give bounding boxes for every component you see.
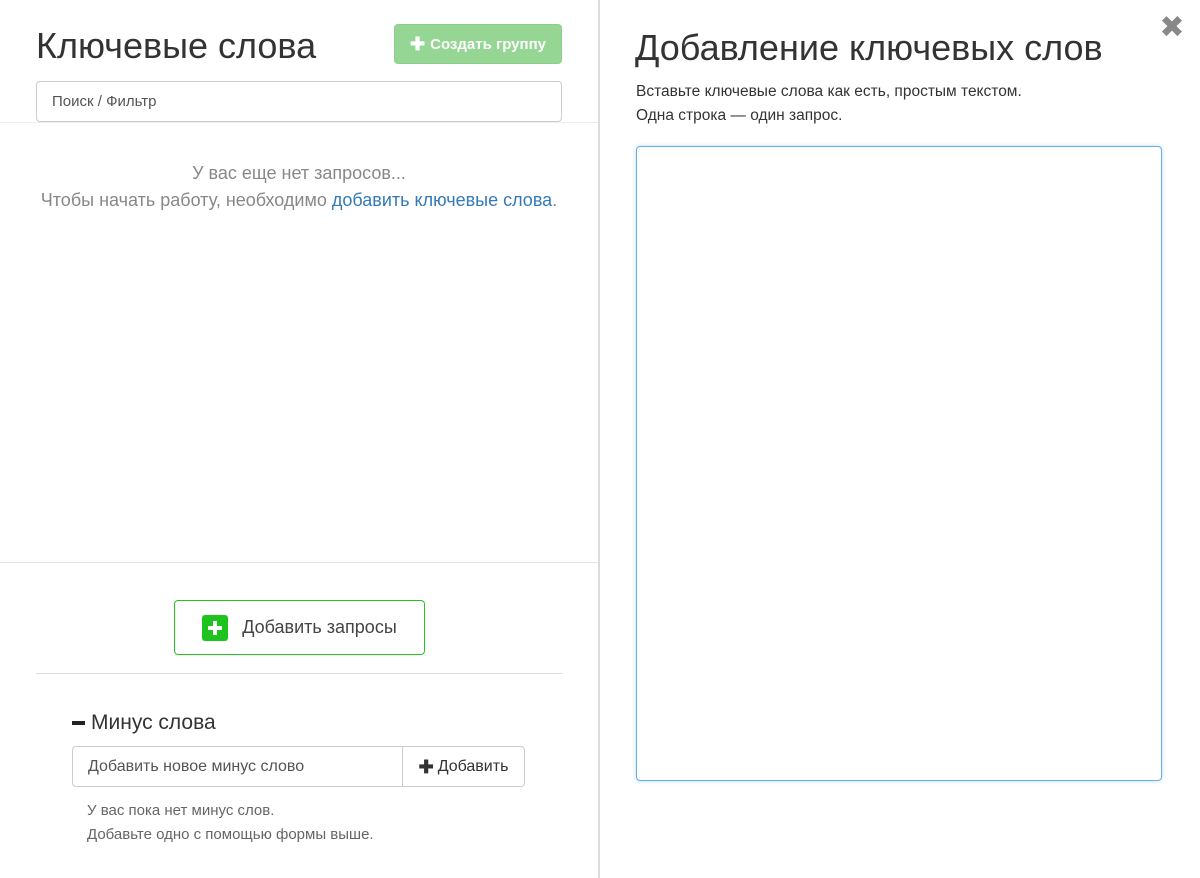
plus-square-icon bbox=[202, 614, 229, 641]
instructions: Вставьте ключевые слова как есть, просты… bbox=[636, 80, 1022, 128]
minus-words-empty-message: У вас пока нет минус слов. Добавьте одно… bbox=[87, 799, 374, 847]
add-queries-button[interactable]: Добавить запросы bbox=[174, 600, 425, 655]
add-keywords-modal: Добавление ключевых слов ✖ Вставьте ключ… bbox=[600, 0, 1200, 878]
divider bbox=[0, 562, 598, 563]
add-minus-word-label: Добавить bbox=[437, 757, 509, 775]
instruction-line-2: Одна строка — один запрос. bbox=[636, 107, 843, 124]
empty-line-2-suffix: . bbox=[552, 190, 558, 210]
search-filter-input[interactable] bbox=[36, 81, 562, 122]
minus-empty-line-2: Добавьте одно с помощью формы выше. bbox=[87, 826, 374, 843]
empty-line-2-prefix: Чтобы начать работу, необходимо bbox=[40, 190, 332, 210]
minus-words-title: Минус слова bbox=[91, 711, 216, 734]
keywords-panel: Ключевые слова ✚ Создать группу У вас ещ… bbox=[0, 0, 598, 878]
modal-title: Добавление ключевых слов bbox=[635, 27, 1103, 68]
add-queries-label: Добавить запросы bbox=[242, 617, 397, 637]
keywords-textarea[interactable] bbox=[636, 146, 1162, 781]
plus-icon: ✚ bbox=[410, 34, 426, 54]
create-group-label: Создать группу bbox=[430, 35, 546, 53]
minus-word-input[interactable] bbox=[72, 746, 403, 787]
empty-line-1: У вас еще нет запросов... bbox=[192, 163, 406, 183]
empty-line-2: Чтобы начать работу, необходимо добавить… bbox=[36, 187, 562, 214]
add-minus-word-button[interactable]: ✚ Добавить bbox=[402, 746, 525, 787]
create-group-button[interactable]: ✚ Создать группу bbox=[394, 24, 562, 64]
add-keywords-link[interactable]: добавить ключевые слова bbox=[332, 190, 552, 210]
divider bbox=[36, 673, 562, 674]
empty-queries-message: У вас еще нет запросов... Чтобы начать р… bbox=[36, 160, 562, 214]
close-icon[interactable]: ✖ bbox=[1158, 13, 1186, 43]
minus-empty-line-1: У вас пока нет минус слов. bbox=[87, 802, 275, 819]
instruction-line-1: Вставьте ключевые слова как есть, просты… bbox=[636, 83, 1022, 100]
page-title: Ключевые слова bbox=[36, 25, 317, 66]
plus-icon: ✚ bbox=[418, 756, 434, 777]
minus-words-heading[interactable]: Минус слова bbox=[72, 710, 216, 736]
divider bbox=[0, 122, 598, 123]
minus-icon bbox=[72, 721, 85, 725]
